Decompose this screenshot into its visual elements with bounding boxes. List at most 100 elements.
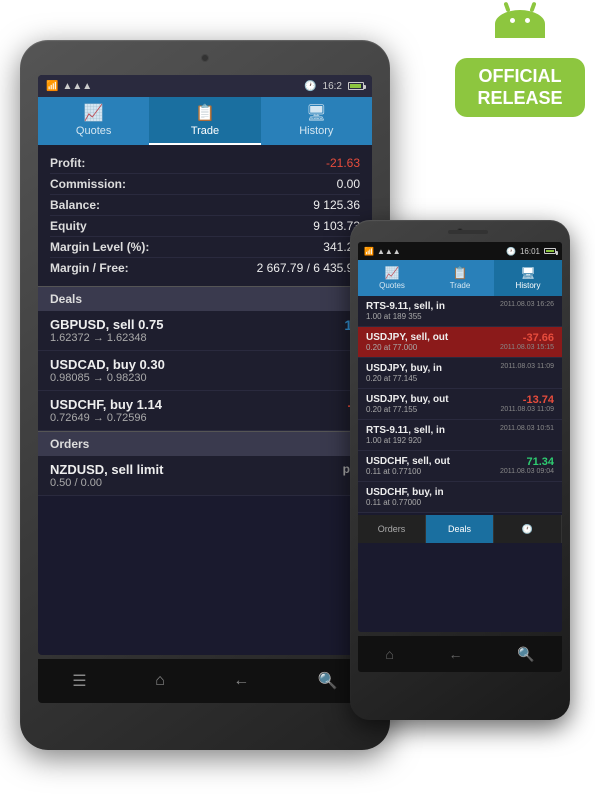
account-row-commission: Commission: 0.00 — [50, 174, 360, 195]
order-item-nzdusd: NZDUSD, sell limit 0.50 / 0.00 pla — [38, 456, 372, 496]
phone-clock-icon: 🕐 — [506, 247, 516, 256]
account-row-balance: Balance: 9 125.36 — [50, 195, 360, 216]
phone-history-usdjpy-in: USDJPY, buy, in 0.20 at 77.145 2011.08.0… — [358, 358, 562, 389]
phone-history-usdchf-in: USDCHF, buy, in 0.11 at 0.77000 — [358, 482, 562, 513]
phi-usdjpy-buyout-value: -13.74 — [501, 394, 554, 406]
phi-usdchf-out-title: USDCHF, sell, out — [366, 456, 450, 467]
tablet-tab-bar: 📈 Quotes 📋 Trade 🖥 History — [38, 97, 372, 145]
phi-rts1-title: RTS-9.11, sell, in — [366, 301, 445, 312]
deal-item-gbpusd: GBPUSD, sell 0.75 1.62372 → 1.62348 19 — [38, 311, 372, 351]
phone-history-rts1: RTS-9.11, sell, in 1.00 at 189 355 2011.… — [358, 296, 562, 327]
tab-history[interactable]: 🖥 History — [261, 97, 372, 145]
phone-nav-search[interactable]: 🔍 — [517, 646, 534, 663]
profit-value: -21.63 — [326, 156, 360, 170]
deal-gbpusd-title: GBPUSD, sell 0.75 — [50, 317, 163, 332]
phi-rts2-title: RTS-9.11, sell, in — [366, 425, 445, 436]
phone-history-usdchf-out: USDCHF, sell, out 0.11 at 0.77100 71.34 … — [358, 451, 562, 482]
balance-value: 9 125.36 — [313, 198, 360, 212]
battery-icon — [348, 82, 364, 90]
quotes-icon: 📈 — [84, 103, 104, 123]
nav-search-icon[interactable]: 🔍 — [318, 671, 338, 691]
orders-tab-label: Orders — [378, 524, 406, 534]
phone-nav-back[interactable]: ← — [449, 646, 463, 662]
tab-trade[interactable]: 📋 Trade — [149, 97, 260, 145]
phi-usdjpy-out-sub: 0.20 at 77.000 — [366, 343, 448, 352]
order-nzdusd-title: NZDUSD, sell limit — [50, 462, 163, 477]
deal-usdchf-subtitle: 0.72649 → 0.72596 — [50, 412, 162, 424]
wifi-icon: 📶 — [46, 81, 58, 92]
phi-usdjpy-out-date: 2011.08.03 15:15 — [500, 344, 554, 351]
orders-header: Orders — [38, 431, 372, 456]
tablet-screen: 📶 ▲▲▲ 🕐 16:2 📈 Quotes 📋 Trade — [38, 75, 372, 655]
phi-usdjpy-out-title: USDJPY, sell, out — [366, 332, 448, 343]
profit-label: Profit: — [50, 156, 85, 170]
phone-tab-bar: 📈 Quotes 📋 Trade 🖥 History — [358, 260, 562, 296]
deal-usdchf-title: USDCHF, buy 1.14 — [50, 397, 162, 412]
tablet-device: 📶 ▲▲▲ 🕐 16:2 📈 Quotes 📋 Trade — [20, 40, 390, 750]
phone-time: 16:01 — [520, 247, 540, 256]
phi-usdchf-out-value: 71.34 — [500, 456, 554, 468]
phone-history-usdjpy-buyout: USDJPY, buy, out 0.20 at 77.155 -13.74 2… — [358, 389, 562, 420]
margin-free-value: 2 667.79 / 6 435.94 — [257, 261, 360, 275]
deal-usdcad-title: USDCAD, buy 0.30 — [50, 357, 165, 372]
phone-history-usdjpy-out: USDJPY, sell, out 0.20 at 77.000 -37.66 … — [358, 327, 562, 358]
nav-home-icon[interactable]: ⌂ — [155, 672, 165, 690]
tab-trade-label: Trade — [191, 125, 219, 137]
phi-usdjpy-in-date: 2011.08.03 11:09 — [501, 363, 554, 370]
phone-tab-history[interactable]: 🖥 History — [494, 260, 562, 296]
phi-rts1-sub: 1.00 at 189 355 — [366, 312, 445, 321]
margin-free-label: Margin / Free: — [50, 261, 129, 275]
nav-back-icon[interactable]: ← — [233, 672, 249, 690]
account-panel: Profit: -21.63 Commission: 0.00 Balance:… — [38, 145, 372, 286]
phone-trade-label: Trade — [450, 281, 471, 290]
deals-header: Deals — [38, 286, 372, 311]
phi-usdchf-in-title: USDCHF, buy, in — [366, 487, 444, 498]
tab-quotes-label: Quotes — [76, 125, 111, 137]
phone-quotes-label: Quotes — [379, 281, 405, 290]
signal-bars: ▲▲▲ — [62, 81, 92, 92]
tab-quotes[interactable]: 📈 Quotes — [38, 97, 149, 145]
deal-gbpusd-subtitle: 1.62372 → 1.62348 — [50, 332, 163, 344]
phone-history-rts2: RTS-9.11, sell, in 1.00 at 192 920 2011.… — [358, 420, 562, 451]
badge-line1: OFFICIAL — [465, 66, 575, 88]
account-row-profit: Profit: -21.63 — [50, 153, 360, 174]
commission-label: Commission: — [50, 177, 126, 191]
phone-trade-icon: 📋 — [453, 266, 468, 280]
nav-menu-icon[interactable]: ☰ — [72, 671, 86, 691]
phone-bottom-orders[interactable]: Orders — [358, 515, 426, 543]
android-eye-left — [510, 18, 515, 23]
phone-signal: ▲▲▲ — [377, 247, 401, 256]
badge-line2: RELEASE — [465, 88, 575, 110]
phi-rts2-sub: 1.00 at 192 920 — [366, 436, 445, 445]
deal-item-usdchf: USDCHF, buy 1.14 0.72649 → 0.72596 -8 — [38, 391, 372, 431]
phone-nav-home[interactable]: ⌂ — [385, 646, 393, 662]
phi-usdjpy-out-value: -37.66 — [500, 332, 554, 344]
deals-tab-label: Deals — [448, 524, 471, 534]
account-row-margin-free: Margin / Free: 2 667.79 / 6 435.94 — [50, 258, 360, 278]
phone-battery — [544, 248, 556, 254]
tablet-camera — [201, 54, 209, 62]
official-release-badge: OFFICIAL RELEASE — [455, 10, 585, 130]
tablet-bottom-nav: ☰ ⌂ ← 🔍 — [38, 659, 372, 703]
phi-usdjpy-buyout-title: USDJPY, buy, out — [366, 394, 449, 405]
phi-usdjpy-buyout-sub: 0.20 at 77.155 — [366, 405, 449, 414]
order-nzdusd-subtitle: 0.50 / 0.00 — [50, 477, 163, 489]
phi-usdchf-in-sub: 0.11 at 0.77000 — [366, 498, 444, 507]
clock-tab-icon: 🕐 — [522, 524, 533, 535]
badge-text: OFFICIAL RELEASE — [455, 58, 585, 117]
status-time: 16:2 — [323, 81, 342, 92]
phone-screen: 📶 ▲▲▲ 🕐 16:01 📈 Quotes 📋 Trade — [358, 242, 562, 632]
phone-speaker — [448, 230, 488, 234]
phone-quotes-icon: 📈 — [385, 266, 400, 280]
phone-bottom-deals[interactable]: Deals — [426, 515, 494, 543]
phone-bottom-clock[interactable]: 🕐 — [494, 515, 562, 543]
phone-tab-quotes[interactable]: 📈 Quotes — [358, 260, 426, 296]
equity-label: Equity — [50, 219, 87, 233]
phi-usdchf-out-sub: 0.11 at 0.77100 — [366, 467, 450, 476]
phone-tab-trade[interactable]: 📋 Trade — [426, 260, 494, 296]
trade-icon: 📋 — [195, 103, 215, 123]
phone-history-icon: 🖥 — [520, 266, 535, 280]
clock-icon: 🕐 — [304, 81, 316, 92]
phi-usdjpy-in-sub: 0.20 at 77.145 — [366, 374, 442, 383]
phi-usdjpy-in-title: USDJPY, buy, in — [366, 363, 442, 374]
